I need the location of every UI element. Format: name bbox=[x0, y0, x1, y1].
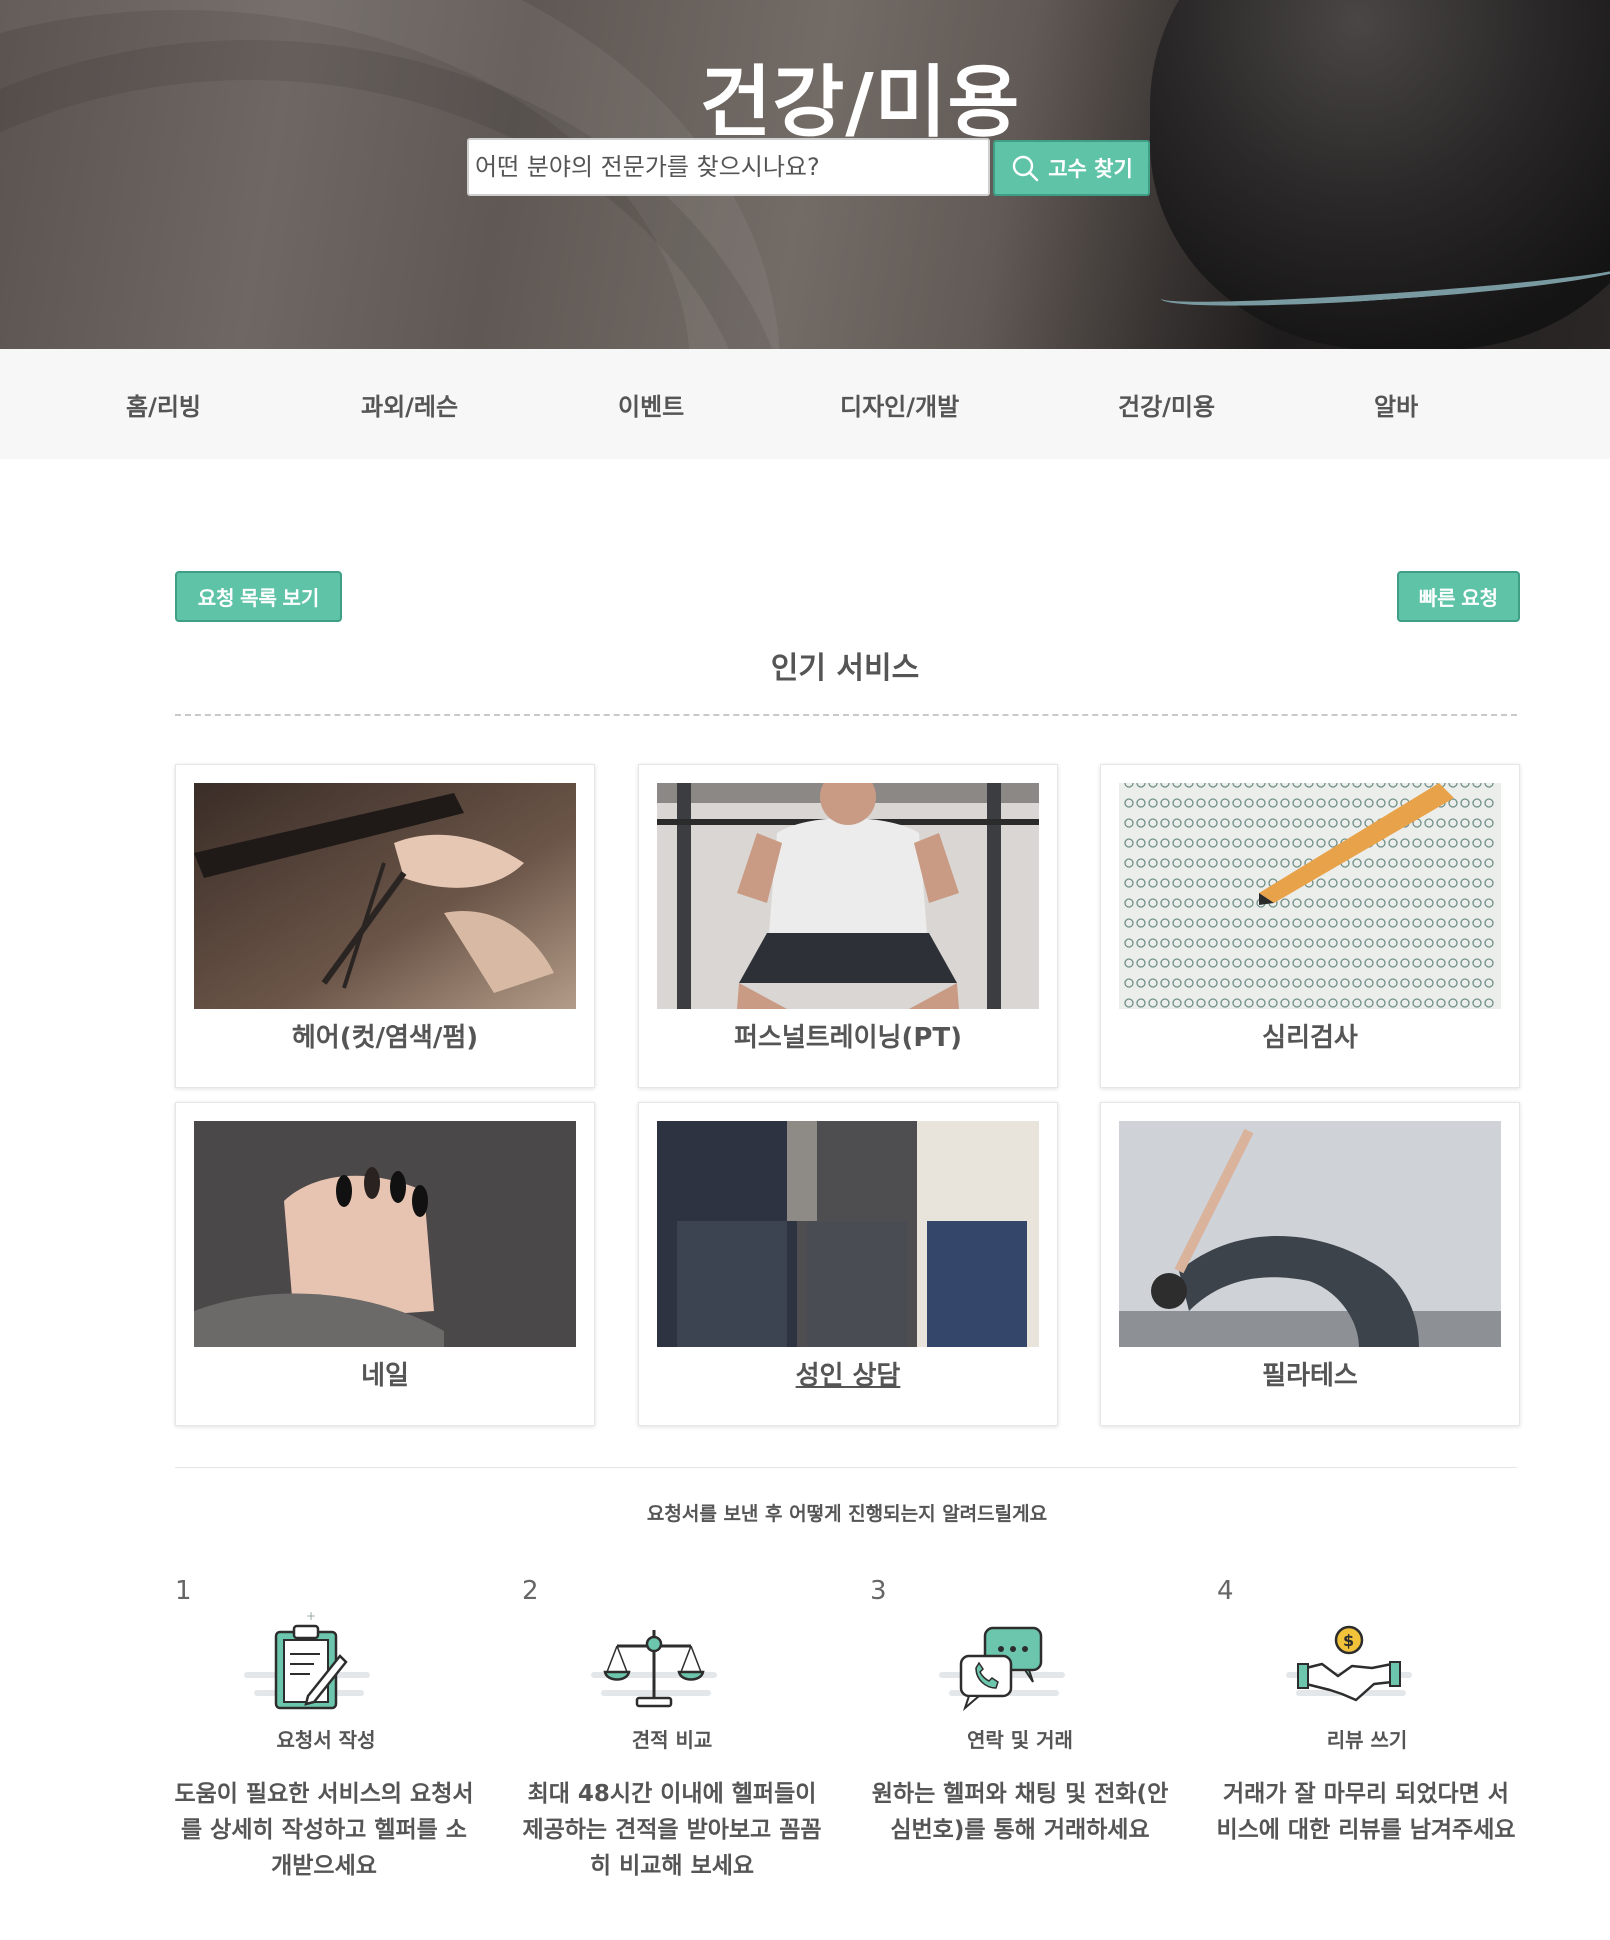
pilates-image bbox=[1119, 1121, 1501, 1347]
nav-item-part-time[interactable]: 알바 bbox=[1374, 387, 1418, 422]
service-card-label: 성인 상담 bbox=[795, 1361, 901, 1391]
service-card-label: 퍼스널트레이닝(PT) bbox=[734, 1023, 962, 1053]
nav-item-design-dev[interactable]: 디자인/개발 bbox=[840, 387, 959, 422]
step-description: 최대 48시간 이내에 헬퍼들이 제공하는 견적을 받아보고 꼼꼼히 비교해 보… bbox=[522, 1781, 822, 1879]
svg-text:$: $ bbox=[1343, 1631, 1354, 1650]
nav-item-event[interactable]: 이벤트 bbox=[618, 387, 684, 422]
request-list-button[interactable]: 요청 목록 보기 bbox=[175, 571, 342, 622]
step-number: 1 bbox=[175, 1576, 192, 1606]
clipboard-icon: + bbox=[234, 1609, 380, 1714]
step-title: 리뷰 쓰기 bbox=[1326, 1728, 1408, 1752]
step-description: 거래가 잘 마무리 되었다면 서비스에 대한 리뷰를 남겨주세요 bbox=[1216, 1781, 1516, 1843]
counseling-image bbox=[657, 1121, 1039, 1347]
category-nav: 홈/리빙 과외/레슨 이벤트 디자인/개발 건강/미용 알바 bbox=[0, 349, 1610, 459]
nav-item-home-living[interactable]: 홈/리빙 bbox=[126, 387, 201, 422]
step-title: 요청서 작성 bbox=[276, 1728, 376, 1752]
nav-item-tutoring[interactable]: 과외/레슨 bbox=[361, 387, 458, 422]
service-card-counseling[interactable]: 성인 상담 bbox=[638, 1102, 1058, 1426]
step-description: 도움이 필요한 서비스의 요청서를 상세히 작성하고 헬퍼를 소개받으세요 bbox=[174, 1781, 474, 1879]
step-title: 견적 비교 bbox=[631, 1728, 713, 1752]
step-description: 원하는 헬퍼와 채팅 및 전화(안심번호)를 통해 거래하세요 bbox=[871, 1781, 1169, 1843]
service-card-label: 네일 bbox=[361, 1361, 409, 1391]
hero-banner: 건강/미용 고수 찾기 bbox=[0, 0, 1610, 349]
popular-services-title: 인기 서비스 bbox=[770, 651, 920, 686]
chat-phone-icon bbox=[929, 1610, 1075, 1714]
process-title: 요청서를 보낸 후 어떻게 진행되는지 알려드릴게요 bbox=[646, 1503, 1048, 1525]
scale-icon bbox=[581, 1610, 727, 1714]
service-card-nail[interactable]: 네일 bbox=[175, 1102, 595, 1426]
page-title: 건강/미용 bbox=[699, 58, 1021, 148]
section-divider bbox=[175, 714, 1517, 716]
step-number: 3 bbox=[870, 1576, 887, 1606]
svg-text:+: + bbox=[306, 1610, 316, 1623]
hair-cut-image bbox=[194, 783, 576, 1009]
service-card-psych-test[interactable]: 심리검사 bbox=[1100, 764, 1520, 1088]
step-title: 연락 및 거래 bbox=[967, 1728, 1073, 1752]
service-card-label: 필라테스 bbox=[1262, 1361, 1358, 1391]
search-button-label: 고수 찾기 bbox=[1048, 157, 1133, 181]
service-card-label: 헤어(컷/염색/펌) bbox=[291, 1023, 479, 1053]
personal-training-image bbox=[657, 783, 1039, 1009]
service-card-pilates[interactable]: 필라테스 bbox=[1100, 1102, 1520, 1426]
search-input[interactable] bbox=[467, 138, 990, 196]
service-card-pt[interactable]: 퍼스널트레이닝(PT) bbox=[638, 764, 1058, 1088]
nav-item-health-beauty[interactable]: 건강/미용 bbox=[1118, 387, 1215, 422]
service-card-hair[interactable]: 헤어(컷/염색/펌) bbox=[175, 764, 595, 1088]
section-divider bbox=[175, 1467, 1517, 1468]
psychology-test-image bbox=[1119, 783, 1501, 1009]
step-number: 4 bbox=[1217, 1576, 1234, 1606]
quick-request-button[interactable]: 빠른 요청 bbox=[1397, 571, 1520, 622]
service-card-label: 심리검사 bbox=[1262, 1023, 1358, 1053]
nail-image bbox=[194, 1121, 576, 1347]
search-icon bbox=[1013, 155, 1039, 182]
search-button[interactable]: 고수 찾기 bbox=[993, 140, 1150, 196]
step-number: 2 bbox=[522, 1576, 539, 1606]
handshake-icon: $ bbox=[1276, 1610, 1422, 1714]
